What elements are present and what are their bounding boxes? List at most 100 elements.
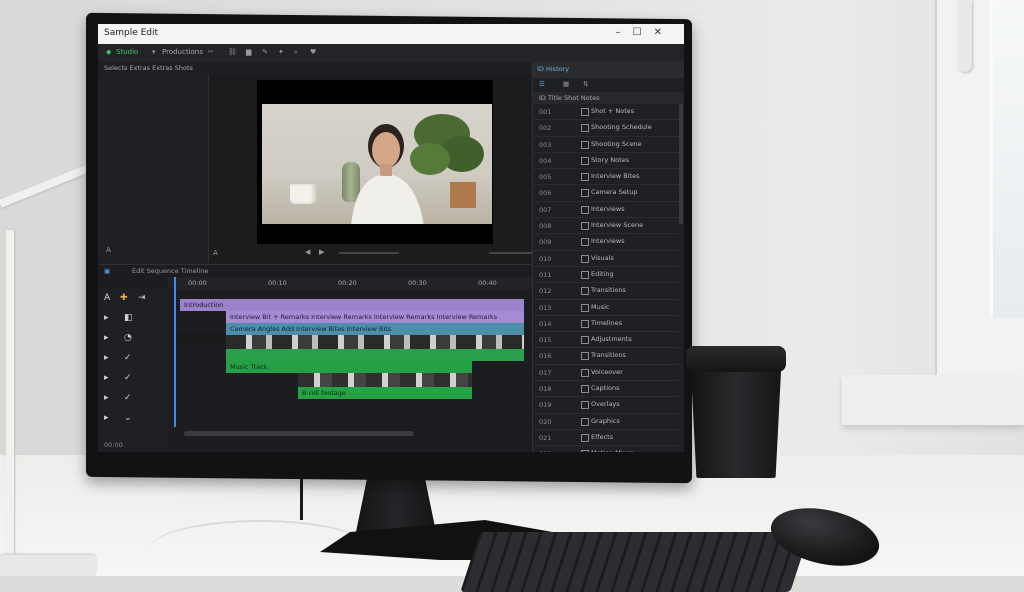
check-icon[interactable]: ✓ — [124, 393, 132, 403]
timeline-title: Edit Sequence Timeline — [132, 267, 209, 275]
list-item[interactable]: 003 Shooting Scene — [533, 137, 679, 153]
playback-controls: A ◀ ▶ — [209, 246, 589, 260]
list-item[interactable]: 004 Story Notes — [533, 153, 679, 170]
tab-id-history[interactable]: ID History — [537, 65, 569, 73]
clip-broll-thumbnails[interactable] — [298, 373, 472, 387]
list-item[interactable]: 021 Effects — [533, 430, 679, 447]
track-select-icon[interactable]: ⇥ — [138, 293, 146, 303]
lock-icon[interactable]: ▸ — [104, 313, 109, 323]
check-icon[interactable]: ✓ — [124, 353, 132, 363]
clip-broll[interactable]: B-roll footage — [298, 387, 472, 399]
list-item[interactable]: 017 Voiceover — [533, 365, 679, 382]
link-icon[interactable]: ⛓ — [228, 48, 237, 56]
scissors-icon[interactable]: ✂ — [208, 48, 214, 56]
list-item[interactable]: 012 Transitions — [533, 283, 679, 300]
list-item[interactable]: 001 Shot + Notes — [533, 104, 679, 121]
list-item[interactable]: 009 Interviews — [533, 234, 679, 251]
search-icon[interactable]: ⌕ — [294, 48, 298, 57]
list-item[interactable]: 006 Camera Setup — [533, 185, 679, 202]
maximize-icon[interactable]: ☐ — [633, 27, 654, 38]
lock-icon[interactable]: ▸ — [104, 413, 109, 423]
list-item[interactable]: 002 Shooting Schedule — [533, 120, 679, 137]
list-item-number: 011 — [539, 270, 552, 279]
file-icon — [581, 287, 589, 296]
list-item-number: 003 — [539, 140, 552, 149]
lock-icon[interactable]: ▸ — [104, 393, 109, 403]
list-item-number: 017 — [539, 368, 552, 377]
play-icon[interactable]: ▶ — [319, 248, 324, 256]
file-icon — [581, 303, 589, 312]
productions-icon[interactable]: ▾ — [152, 48, 156, 56]
list-item-number: 018 — [539, 385, 552, 394]
lock-icon[interactable]: ▸ — [104, 373, 109, 383]
heart-icon[interactable]: ♥ — [310, 48, 316, 56]
list-item-label: Interview Bites — [591, 172, 640, 181]
list-item[interactable]: 014 Timelines — [533, 316, 679, 333]
file-icon — [581, 156, 589, 165]
list-item[interactable]: 015 Adjustments — [533, 332, 679, 349]
clip-label: Interview Bit + Remarks Interview Remark… — [230, 313, 498, 321]
list-item-label: Shooting Schedule — [591, 123, 652, 132]
lock-icon[interactable]: ▸ — [104, 353, 109, 363]
timecode: 00:00 — [104, 441, 123, 449]
folder-icon[interactable]: ▆ — [246, 48, 251, 56]
list-item[interactable]: 018 Captions — [533, 381, 679, 398]
list-item-label: Camera Setup — [591, 188, 638, 197]
thumbnail-view-icon[interactable]: ▦ — [563, 80, 569, 88]
list-item[interactable]: 022 Motion Mixer — [533, 446, 679, 452]
menu-bar: ◆ Studio ▾ Productions ✂ ⛓ ▆ ✎ ✦ ⌕ ♥ — [98, 44, 684, 62]
razor-tool-icon[interactable]: ✚ — [120, 293, 128, 303]
zoom-icon[interactable]: A — [213, 249, 218, 257]
clip-green-bar[interactable] — [226, 349, 524, 361]
sort-icon[interactable]: ⇅ — [583, 80, 588, 88]
close-icon[interactable]: ✕ — [654, 27, 674, 38]
minimize-icon[interactable]: – — [616, 27, 633, 38]
text-tool-icon[interactable]: A — [104, 293, 110, 303]
list-item[interactable]: 011 Editing — [533, 267, 679, 284]
timeline-ruler[interactable]: 00:00 00:10 00:20 00:30 00:40 — [168, 277, 532, 289]
studio-icon[interactable]: ◆ — [106, 48, 111, 56]
menu-studio[interactable]: Studio — [116, 48, 138, 56]
eye-icon[interactable]: ◧ — [124, 313, 133, 323]
clip-camera-angles[interactable]: Camera Angles Add Interview Bites Interv… — [226, 323, 524, 335]
list-item[interactable]: 010 Visuals — [533, 251, 679, 267]
list-item[interactable]: 019 Overlays — [533, 397, 679, 414]
sync-icon[interactable]: ◔ — [124, 333, 132, 343]
sequence-icon[interactable]: ▣ — [104, 267, 110, 275]
monitor-screen: Sample Edit –☐✕ ◆ Studio ▾ Productions ✂… — [98, 24, 684, 452]
list-item[interactable]: 007 Interviews — [533, 202, 679, 219]
list-item-label: Shot + Notes — [591, 107, 635, 115]
playback-scrubber[interactable] — [339, 252, 399, 254]
list-item[interactable]: 005 Interview Bites — [533, 169, 679, 186]
menu-productions[interactable]: Productions — [162, 48, 203, 56]
clip-video-thumbnails[interactable] — [226, 335, 524, 349]
lock-icon[interactable]: ▸ — [104, 333, 109, 343]
playhead[interactable] — [174, 277, 176, 427]
list-item-label: Voiceover — [591, 367, 623, 376]
window-controls[interactable]: –☐✕ — [616, 27, 674, 38]
marker-icon[interactable]: ✦ — [278, 48, 284, 56]
clip-interview-remarks[interactable]: Interview Bit + Remarks Interview Remark… — [226, 311, 524, 323]
check-icon[interactable]: ✓ — [124, 373, 132, 383]
project-scrollbar[interactable] — [679, 104, 683, 224]
file-icon — [581, 368, 589, 377]
list-item[interactable]: 008 Interview Scene — [533, 218, 679, 235]
media-bin-tabs[interactable]: Selects Extras Extras Shots — [98, 62, 208, 74]
list-item[interactable]: 016 Transitions — [533, 348, 679, 365]
clip-introduction[interactable]: Introduction — [180, 299, 524, 311]
collapse-icon[interactable]: ⌄ — [124, 413, 132, 423]
list-item-number: 012 — [539, 287, 552, 296]
audio-icon[interactable]: A — [106, 246, 111, 254]
ruler-tick: 00:20 — [338, 279, 357, 287]
timeline-scrollbar[interactable] — [184, 431, 414, 436]
pen-icon[interactable]: ✎ — [262, 48, 268, 56]
list-item-number: 008 — [539, 222, 552, 231]
list-item-number: 005 — [539, 173, 552, 182]
file-icon — [581, 254, 589, 263]
media-bin-panel: A — [98, 74, 209, 262]
list-item[interactable]: 013 Music — [533, 300, 679, 316]
step-back-icon[interactable]: ◀ — [305, 248, 310, 256]
clip-music-track[interactable]: Music Track — [226, 361, 472, 373]
list-item[interactable]: 020 Graphics — [533, 414, 679, 430]
list-view-icon[interactable]: ☰ — [539, 80, 545, 88]
